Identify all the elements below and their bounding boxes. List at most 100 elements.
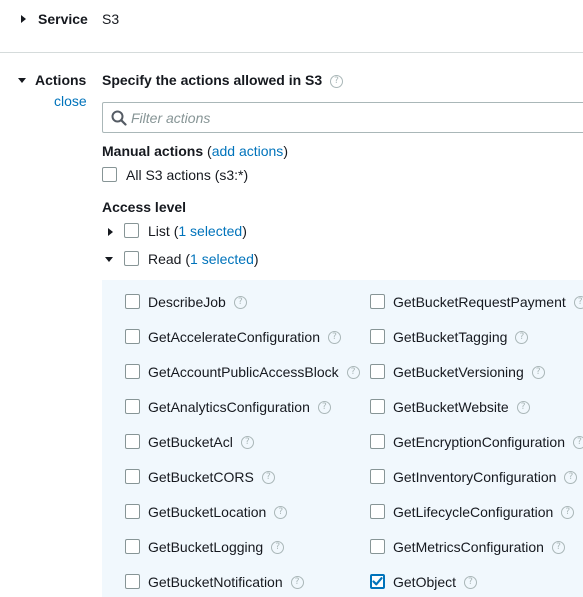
read-access-label: Read (1 selected) [148, 251, 259, 267]
actions-heading-text: Specify the actions allowed in S3 [102, 72, 323, 88]
read-action-help-icon[interactable]: ? [274, 505, 288, 519]
read-action-row[interactable]: GetAnalyticsConfiguration? [125, 397, 331, 417]
read-action-checkbox[interactable] [370, 434, 385, 449]
filter-actions-box[interactable] [102, 102, 583, 133]
read-action-label[interactable]: GetMetricsConfiguration [393, 539, 544, 555]
read-action-label[interactable]: GetBucketRequestPayment [393, 294, 566, 310]
list-access-checkbox[interactable] [124, 223, 139, 238]
read-action-help-icon[interactable]: ? [515, 330, 529, 344]
read-access-checkbox[interactable] [124, 251, 139, 266]
read-action-help-icon[interactable]: ? [290, 575, 304, 589]
read-action-checkbox[interactable] [370, 329, 385, 344]
manual-close-paren: ) [283, 143, 288, 159]
read-action-row[interactable]: GetBucketRequestPayment? [370, 292, 583, 312]
read-action-help-icon[interactable]: ? [573, 435, 583, 449]
read-selected-link[interactable]: 1 selected [190, 251, 254, 267]
read-action-row[interactable]: GetAccelerateConfiguration? [125, 327, 341, 347]
list-access-label: List (1 selected) [148, 223, 247, 239]
read-action-help-icon[interactable]: ? [564, 470, 578, 484]
read-action-checkbox[interactable] [370, 294, 385, 309]
read-action-row[interactable]: GetLifecycleConfiguration? [370, 502, 575, 522]
read-action-label[interactable]: GetBucketNotification [148, 574, 283, 590]
filter-actions-input[interactable] [131, 107, 571, 129]
read-action-row[interactable]: GetBucketLocation? [125, 502, 288, 522]
read-action-help-icon[interactable]: ? [516, 400, 530, 414]
read-action-label[interactable]: GetBucketVersioning [393, 364, 524, 380]
read-action-label[interactable]: GetBucketLogging [148, 539, 263, 555]
read-action-help-icon[interactable]: ? [531, 365, 545, 379]
read-action-help-icon[interactable]: ? [317, 400, 331, 414]
read-action-checkbox[interactable] [125, 399, 140, 414]
service-expand-caret-icon[interactable] [21, 15, 26, 23]
checkmark-icon [372, 577, 383, 586]
read-action-help-icon[interactable]: ? [233, 295, 247, 309]
read-action-checkbox[interactable] [125, 434, 140, 449]
read-action-help-icon[interactable]: ? [573, 295, 583, 309]
search-icon [111, 110, 127, 126]
read-action-label[interactable]: GetBucketAcl [148, 434, 233, 450]
read-action-help-icon[interactable]: ? [346, 365, 360, 379]
read-action-row[interactable]: GetInventoryConfiguration? [370, 467, 578, 487]
actions-heading: Specify the actions allowed in S3 ? [102, 72, 344, 88]
read-action-checkbox[interactable] [370, 364, 385, 379]
read-action-label[interactable]: GetObject [393, 574, 456, 590]
read-action-checkbox[interactable] [370, 539, 385, 554]
all-s3-actions-label[interactable]: All S3 actions (s3:*) [126, 167, 248, 183]
read-action-checkbox[interactable] [125, 469, 140, 484]
read-action-checkbox[interactable] [370, 574, 385, 589]
read-action-label[interactable]: GetEncryptionConfiguration [393, 434, 565, 450]
read-action-label[interactable]: GetBucketWebsite [393, 399, 509, 415]
read-action-row[interactable]: DescribeJob? [125, 292, 247, 312]
read-action-checkbox[interactable] [370, 504, 385, 519]
list-access-name: List [148, 223, 170, 239]
read-action-label[interactable]: GetInventoryConfiguration [393, 469, 556, 485]
actions-collapse-caret-icon[interactable] [18, 78, 26, 83]
read-action-row[interactable]: GetBucketTagging? [370, 327, 529, 347]
service-label: Service [38, 11, 88, 27]
read-action-help-icon[interactable]: ? [328, 330, 341, 344]
list-selected-link[interactable]: 1 selected [178, 223, 242, 239]
read-action-label[interactable]: GetAccelerateConfiguration [148, 329, 320, 345]
read-action-help-icon[interactable]: ? [271, 540, 285, 554]
read-action-row[interactable]: GetBucketAcl? [125, 432, 254, 452]
read-action-label[interactable]: GetLifecycleConfiguration [393, 504, 553, 520]
read-action-row[interactable]: GetMetricsConfiguration? [370, 537, 565, 557]
read-action-label[interactable]: GetAnalyticsConfiguration [148, 399, 310, 415]
read-action-checkbox[interactable] [125, 294, 140, 309]
actions-close-link[interactable]: close [54, 93, 87, 109]
read-action-row[interactable]: GetEncryptionConfiguration? [370, 432, 583, 452]
read-action-help-icon[interactable]: ? [551, 540, 565, 554]
read-action-checkbox[interactable] [125, 574, 140, 589]
read-action-row[interactable]: GetBucketWebsite? [370, 397, 530, 417]
read-action-label[interactable]: GetBucketCORS [148, 469, 254, 485]
read-action-checkbox[interactable] [125, 329, 140, 344]
read-action-checkbox[interactable] [370, 399, 385, 414]
read-action-checkbox[interactable] [125, 364, 140, 379]
actions-heading-help-icon[interactable]: ? [330, 74, 344, 88]
list-expand-caret-icon[interactable] [108, 228, 113, 236]
read-action-checkbox[interactable] [125, 539, 140, 554]
read-action-row[interactable]: GetAccountPublicAccessBlock? [125, 362, 360, 382]
read-action-row[interactable]: GetBucketCORS? [125, 467, 275, 487]
section-divider [0, 52, 583, 53]
read-action-help-icon[interactable]: ? [261, 470, 275, 484]
read-action-row[interactable]: GetBucketVersioning? [370, 362, 545, 382]
add-actions-link[interactable]: add actions [212, 143, 284, 159]
manual-actions-title: Manual actions [102, 143, 204, 159]
service-value: S3 [102, 11, 120, 27]
read-action-label[interactable]: GetBucketLocation [148, 504, 266, 520]
read-close-paren: ) [253, 251, 259, 267]
read-action-row[interactable]: GetBucketLogging? [125, 537, 285, 557]
read-action-help-icon[interactable]: ? [464, 575, 478, 589]
read-action-checkbox[interactable] [125, 504, 140, 519]
read-action-label[interactable]: GetAccountPublicAccessBlock [148, 364, 339, 380]
read-action-help-icon[interactable]: ? [561, 505, 575, 519]
all-s3-actions-checkbox[interactable] [102, 167, 117, 182]
read-action-checkbox[interactable] [370, 469, 385, 484]
read-action-label[interactable]: GetBucketTagging [393, 329, 507, 345]
read-collapse-caret-icon[interactable] [105, 257, 113, 262]
read-action-row[interactable]: GetBucketNotification? [125, 572, 304, 592]
read-action-help-icon[interactable]: ? [240, 435, 254, 449]
read-action-row[interactable]: GetObject? [370, 572, 478, 592]
read-action-label[interactable]: DescribeJob [148, 294, 226, 310]
